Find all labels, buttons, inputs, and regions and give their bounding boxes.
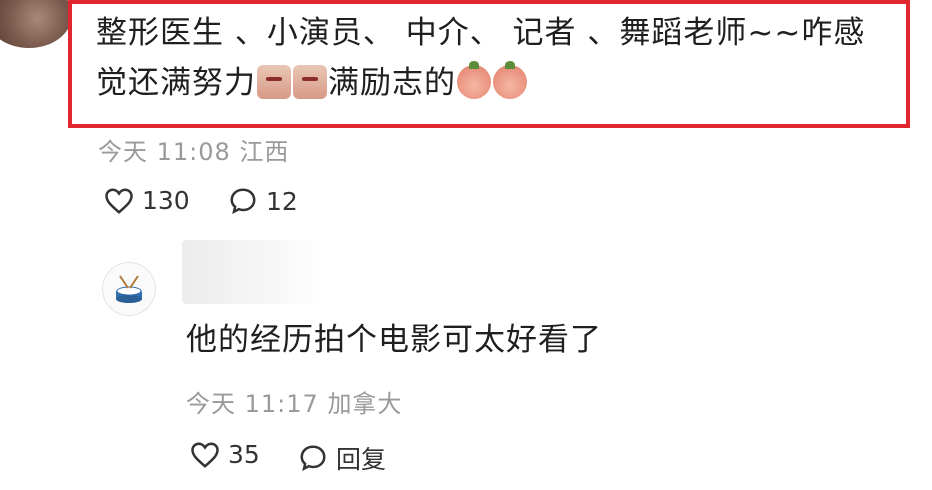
heart-outline-icon: [191, 441, 219, 468]
reply-count-button[interactable]: 12: [228, 186, 298, 216]
comment-line-1: 整形医生 、小演员、 中介、 记者 、舞蹈老师~~咋感: [96, 15, 866, 51]
comment-text: 整形医生 、小演员、 中介、 记者 、舞蹈老师~~咋感 觉还满努力 满励志的: [96, 8, 896, 108]
reply-like-button[interactable]: 35: [190, 440, 260, 469]
reply-label: 回复: [336, 445, 387, 474]
reply-button[interactable]: 回复: [298, 440, 386, 476]
comment-line-2a: 觉还满努力: [96, 65, 256, 101]
reply-meta: 今天 11:17 加拿大: [186, 384, 402, 419]
drum-icon: [116, 275, 142, 303]
reply-like-count: 35: [228, 440, 260, 469]
reply-text: 他的经历拍个电影可太好看了: [186, 322, 602, 358]
speech-bubble-icon: [300, 445, 326, 471]
reply-location: 加拿大: [327, 390, 403, 418]
like-button[interactable]: 130: [104, 186, 190, 215]
embarrassed-face-emoji-icon: [293, 65, 327, 99]
speech-bubble-icon: [230, 188, 256, 214]
username-obscured: [182, 240, 322, 304]
commenter-avatar[interactable]: [0, 0, 72, 48]
like-count: 130: [142, 186, 190, 215]
reply-count: 12: [266, 186, 298, 216]
comment-line-2b: 满励志的: [328, 65, 456, 101]
embarrassed-face-emoji-icon: [257, 65, 291, 99]
blushing-face-emoji-icon: [457, 61, 491, 99]
comment-time: 今天 11:08: [98, 138, 231, 166]
comment-meta: 今天 11:08 江西: [98, 132, 289, 167]
comment-location: 江西: [239, 138, 290, 166]
comment-line-2: 觉还满努力 满励志的: [96, 58, 896, 108]
heart-outline-icon: [105, 187, 133, 214]
reply-time: 今天 11:17: [186, 390, 319, 418]
blushing-face-emoji-icon: [493, 61, 527, 99]
reply-avatar[interactable]: [102, 262, 156, 316]
